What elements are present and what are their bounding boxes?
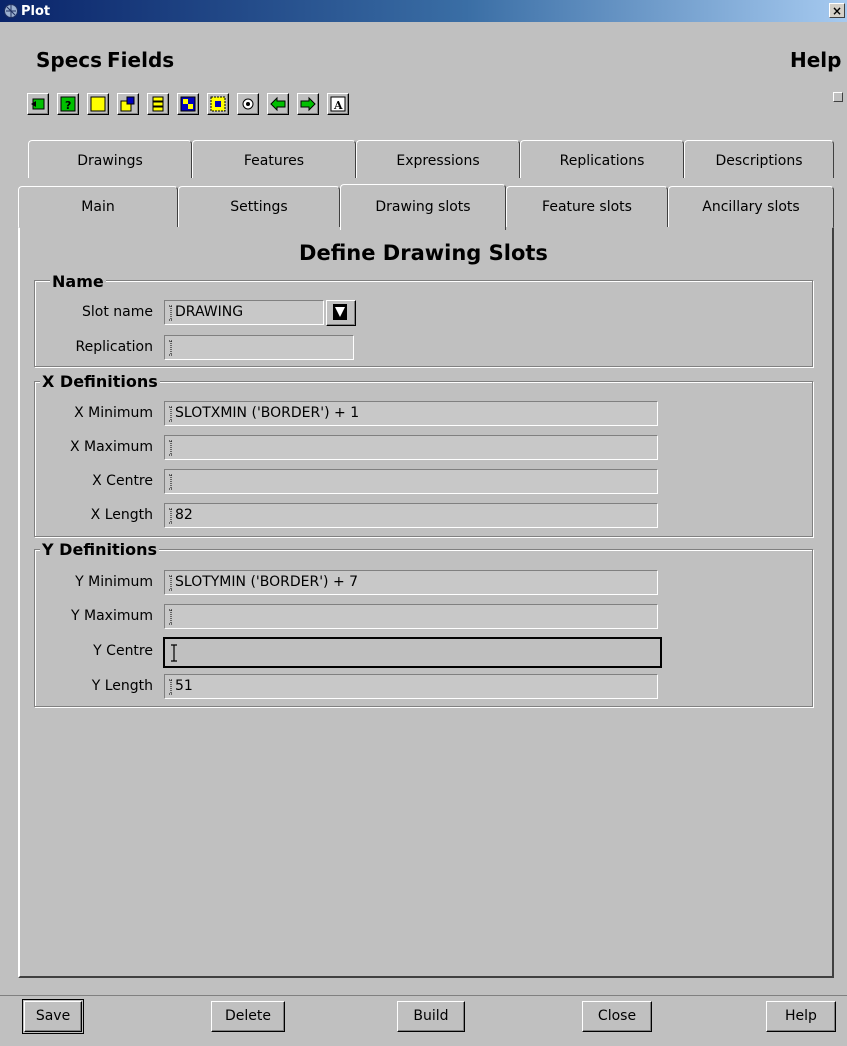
text-caret-icon — [169, 406, 173, 422]
help-icon: ? — [60, 96, 76, 112]
text-caret-icon — [169, 440, 173, 456]
svg-text:A: A — [333, 99, 343, 112]
replication-field[interactable] — [164, 335, 354, 360]
select-button[interactable] — [207, 93, 229, 115]
x-length-label: X Length — [90, 507, 153, 523]
x-maximum-label: X Maximum — [69, 439, 153, 455]
chevron-down-icon — [333, 304, 347, 320]
x-maximum-field[interactable] — [164, 435, 658, 460]
text-icon: A — [330, 96, 346, 112]
copy-icon — [120, 96, 135, 112]
y-minimum-label: Y Minimum — [75, 574, 153, 590]
menu-specs[interactable]: Specs — [36, 48, 102, 72]
y-length-field[interactable]: 51 — [164, 674, 658, 699]
x-length-field[interactable]: 82 — [164, 503, 658, 528]
close-window-button[interactable]: × — [829, 3, 845, 18]
save-button[interactable]: Save — [22, 999, 84, 1034]
delete-button[interactable]: Delete — [211, 1001, 285, 1032]
close-button[interactable]: Close — [582, 1001, 652, 1032]
help-button[interactable]: ? — [57, 93, 79, 115]
tab-expressions[interactable]: Expressions — [356, 140, 520, 178]
copy-button[interactable] — [117, 93, 139, 115]
name-group-title: Name — [50, 272, 106, 291]
text-button[interactable]: A — [327, 93, 349, 115]
tab-ancillary-slots[interactable]: Ancillary slots — [668, 186, 834, 228]
app-icon — [4, 4, 18, 18]
tab-drawing-slots[interactable]: Drawing slots — [340, 184, 506, 230]
back-icon — [270, 96, 286, 112]
text-caret-icon — [169, 575, 173, 591]
list-button[interactable] — [147, 93, 169, 115]
text-caret-icon — [169, 474, 173, 490]
exit-icon — [31, 98, 45, 110]
list-icon — [152, 96, 164, 112]
y-centre-field[interactable] — [163, 637, 662, 668]
exit-button[interactable] — [27, 93, 49, 115]
slot-name-field[interactable]: DRAWING — [164, 300, 324, 325]
text-caret-icon — [169, 679, 173, 695]
y-length-label: Y Length — [91, 678, 153, 694]
forward-icon — [300, 96, 316, 112]
insert-icon — [180, 96, 196, 112]
title-bar: Plot × — [0, 0, 847, 22]
window-title: Plot — [21, 3, 51, 19]
x-minimum-field[interactable]: SLOTXMIN ('BORDER') + 1 — [164, 401, 658, 426]
page-title: Define Drawing Slots — [299, 241, 548, 265]
build-button[interactable]: Build — [397, 1001, 465, 1032]
text-cursor-icon — [171, 644, 177, 662]
select-icon — [210, 96, 226, 112]
slot-name-label: Slot name — [82, 304, 153, 320]
menu-bar: Specs Fields Help — [0, 44, 847, 78]
text-caret-icon — [169, 508, 173, 524]
new-icon — [90, 96, 106, 112]
y-maximum-field[interactable] — [164, 604, 658, 629]
x-centre-field[interactable] — [164, 469, 658, 494]
replication-label: Replication — [75, 339, 153, 355]
y-definitions-title: Y Definitions — [40, 540, 160, 559]
text-caret-icon — [169, 340, 173, 356]
locate-button[interactable] — [237, 93, 259, 115]
tab-features[interactable]: Features — [192, 140, 356, 178]
x-definitions-title: X Definitions — [40, 372, 160, 391]
tab-descriptions[interactable]: Descriptions — [684, 140, 834, 178]
insert-button[interactable] — [177, 93, 199, 115]
text-caret-icon — [169, 305, 173, 321]
footer-separator — [0, 995, 847, 996]
svg-text:?: ? — [65, 99, 71, 112]
y-centre-label: Y Centre — [93, 643, 153, 659]
x-minimum-label: X Minimum — [74, 405, 153, 421]
y-minimum-field[interactable]: SLOTYMIN ('BORDER') + 7 — [164, 570, 658, 595]
new-button[interactable] — [87, 93, 109, 115]
tab-replications[interactable]: Replications — [520, 140, 684, 178]
back-button[interactable] — [267, 93, 289, 115]
forward-button[interactable] — [297, 93, 319, 115]
toolbar-detach-handle[interactable] — [833, 92, 843, 102]
locate-icon — [242, 98, 254, 110]
help-button-footer[interactable]: Help — [766, 1001, 836, 1032]
menu-fields[interactable]: Fields — [107, 48, 174, 72]
menu-help[interactable]: Help — [790, 48, 841, 72]
tab-drawings[interactable]: Drawings — [28, 140, 192, 178]
tab-main[interactable]: Main — [18, 186, 178, 228]
slot-name-dropdown-button[interactable] — [326, 300, 356, 326]
tab-feature-slots[interactable]: Feature slots — [506, 186, 668, 228]
x-centre-label: X Centre — [92, 473, 153, 489]
y-maximum-label: Y Maximum — [71, 608, 153, 624]
tab-settings[interactable]: Settings — [178, 186, 340, 228]
text-caret-icon — [169, 609, 173, 625]
